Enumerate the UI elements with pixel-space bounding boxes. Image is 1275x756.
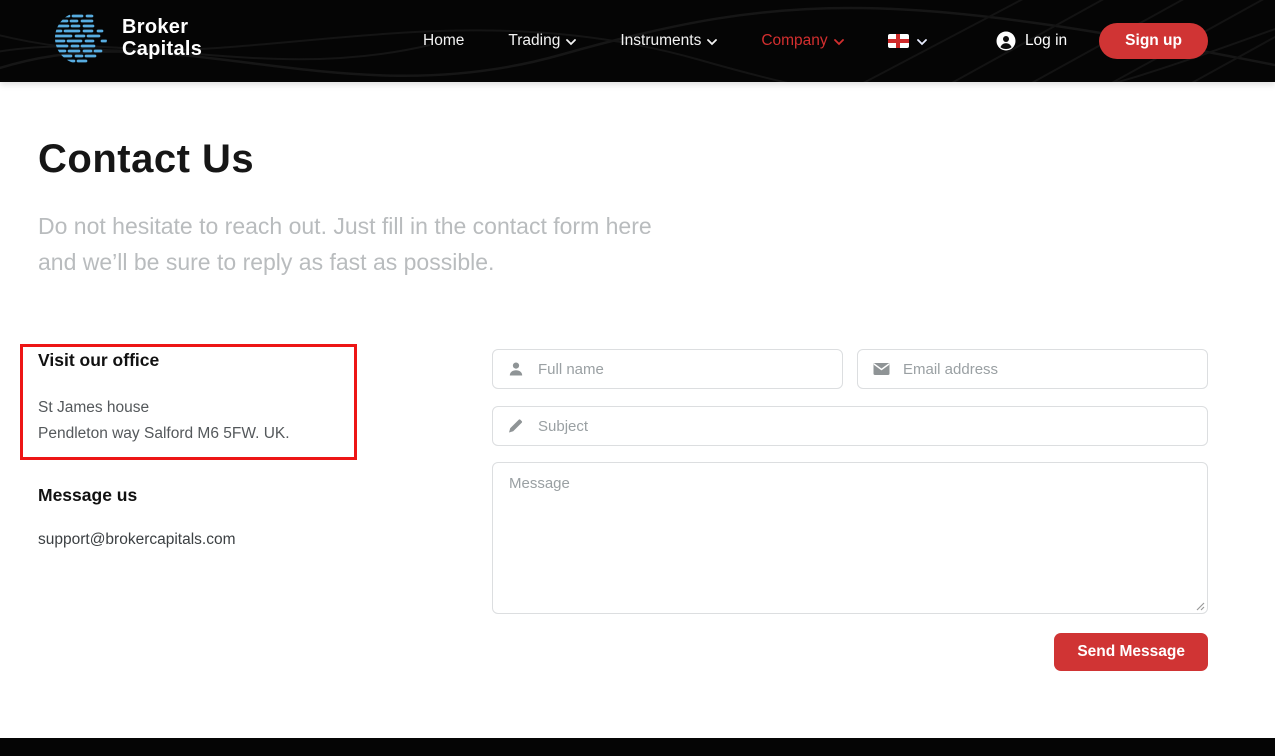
message-us-heading: Message us	[38, 485, 137, 506]
contact-page: Broker Capitals Home Trading Instruments…	[0, 0, 1275, 756]
chevron-down-icon	[917, 39, 927, 46]
send-message-button[interactable]: Send Message	[1054, 633, 1208, 671]
nav-label: Instruments	[620, 32, 701, 50]
login-link[interactable]: Log in	[996, 31, 1067, 51]
message-field-wrap	[492, 462, 1208, 614]
envelope-icon	[873, 363, 890, 376]
user-circle-icon	[996, 31, 1016, 51]
subject-input[interactable]	[492, 406, 1208, 446]
nav-label: Home	[423, 32, 464, 50]
top-navbar: Broker Capitals Home Trading Instruments…	[0, 0, 1275, 82]
message-textarea[interactable]	[492, 462, 1208, 614]
footer-bar	[0, 738, 1275, 756]
email-field-wrap	[857, 349, 1208, 389]
main-nav: Home Trading Instruments Company	[423, 0, 927, 82]
brand-logo[interactable]: Broker Capitals	[52, 9, 202, 67]
england-flag-icon	[888, 34, 909, 48]
brand-name: Broker Capitals	[122, 16, 202, 60]
form-actions: Send Message	[492, 633, 1208, 671]
subtitle-line-1: Do not hesitate to reach out. Just fill …	[38, 208, 652, 244]
globe-fingerprint-logo-icon	[52, 9, 110, 67]
office-heading: Visit our office	[38, 350, 159, 371]
subtitle-line-2: and we’ll be sure to reply as fast as po…	[38, 244, 652, 280]
signup-button[interactable]: Sign up	[1099, 23, 1208, 59]
address-line-2: Pendleton way Salford M6 5FW. UK.	[38, 421, 290, 447]
contact-form: Send Message	[492, 349, 1208, 671]
nav-label: Trading	[508, 32, 560, 50]
nav-item-home[interactable]: Home	[423, 32, 464, 50]
chevron-down-icon	[834, 39, 844, 46]
nav-item-company[interactable]: Company	[761, 32, 843, 50]
email-input[interactable]	[857, 349, 1208, 389]
nav-label: Company	[761, 32, 827, 50]
support-email: support@brokercapitals.com	[38, 531, 236, 549]
chevron-down-icon	[707, 39, 717, 46]
full-name-input[interactable]	[492, 349, 843, 389]
auth-area: Log in Sign up	[996, 0, 1208, 82]
language-selector[interactable]	[888, 34, 927, 48]
full-name-field-wrap	[492, 349, 843, 389]
user-icon	[508, 361, 524, 377]
page-subtitle: Do not hesitate to reach out. Just fill …	[38, 208, 652, 280]
nav-item-trading[interactable]: Trading	[508, 32, 576, 50]
pencil-icon	[508, 419, 523, 434]
address-line-1: St James house	[38, 395, 290, 421]
nav-item-instruments[interactable]: Instruments	[620, 32, 717, 50]
office-address: St James house Pendleton way Salford M6 …	[38, 395, 290, 447]
page-title: Contact Us	[38, 137, 254, 182]
chevron-down-icon	[566, 39, 576, 46]
login-label: Log in	[1025, 32, 1067, 50]
subject-field-wrap	[492, 406, 1208, 446]
